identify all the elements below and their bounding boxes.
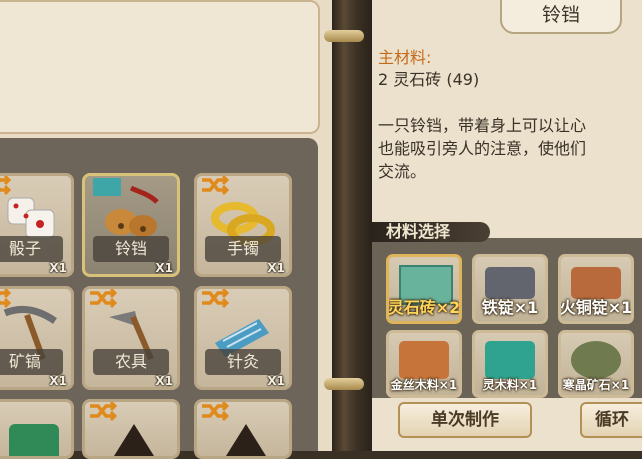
item-title: 铃铛: [500, 0, 622, 34]
item-cell-acupuncture[interactable]: 针灸 X1: [194, 286, 292, 390]
item-count: X1: [49, 374, 67, 388]
golden-wood-icon: [399, 341, 449, 379]
description-line: 一只铃铛，带着身上可以让心: [378, 116, 587, 135]
material-spirit-wood[interactable]: 灵木料×1: [472, 330, 548, 398]
item-label: 铃铛: [93, 236, 169, 262]
material-label: 火铜锭×1: [559, 298, 633, 317]
material-label: 寒晶矿石×1: [562, 378, 630, 392]
item-count: X1: [267, 374, 285, 388]
material-fire-copper-ingot[interactable]: 火铜锭×1: [558, 254, 634, 324]
item-cell-hoe[interactable]: 农具 X1: [82, 286, 180, 390]
item-count: X1: [267, 261, 285, 275]
main-material-value: 2 灵石砖 (49): [378, 70, 480, 89]
material-label: 铁锭×1: [481, 298, 539, 317]
frost-crystal-ore-icon: [571, 341, 621, 379]
divider-pin: [324, 378, 364, 390]
single-craft-button[interactable]: 单次制作: [398, 402, 532, 438]
item-cell-pickaxe[interactable]: 矿镐 X1: [0, 286, 74, 390]
jade-bundle-icon: [9, 424, 59, 456]
item-cell-partial[interactable]: [194, 399, 292, 459]
dark-stand-icon: [109, 424, 159, 456]
item-cell-bell[interactable]: 铃铛 X1: [82, 173, 180, 277]
item-label: 矿镐: [0, 349, 63, 375]
item-cell-bracelet[interactable]: 手镯 X1: [194, 173, 292, 277]
material-frost-crystal-ore[interactable]: 寒晶矿石×1: [558, 330, 634, 398]
item-cell-partial[interactable]: [0, 399, 74, 459]
swap-icon: [202, 402, 229, 422]
item-label: 骰子: [0, 236, 63, 262]
material-spirit-stone-brick[interactable]: 灵石砖×2: [386, 254, 462, 324]
material-label: 金丝木料×1: [390, 378, 458, 392]
item-preview-box: [0, 0, 320, 134]
loop-craft-button[interactable]: 循环: [580, 402, 642, 438]
description-line: 交流。: [378, 162, 427, 181]
swap-icon: [90, 402, 117, 422]
material-section-title: 材料选择: [372, 222, 490, 242]
item-cell-dice[interactable]: 骰子 X1: [0, 173, 74, 277]
item-count: X1: [155, 261, 173, 275]
material-label: 灵木料×1: [482, 378, 538, 392]
item-count: X1: [49, 261, 67, 275]
item-label: 针灸: [205, 349, 281, 375]
item-label: 农具: [93, 349, 169, 375]
main-material-heading: 主材料:: [378, 48, 432, 67]
material-iron-ingot[interactable]: 铁锭×1: [472, 254, 548, 324]
item-cell-partial[interactable]: [82, 399, 180, 459]
material-label: 灵石砖×2: [387, 298, 461, 317]
description-line: 也能吸引旁人的注意，使他们: [378, 139, 587, 158]
item-count: X1: [155, 374, 173, 388]
divider-pin: [324, 30, 364, 42]
dark-stand-icon: [221, 424, 271, 456]
item-label: 手镯: [205, 236, 281, 262]
spirit-wood-icon: [485, 341, 535, 379]
material-golden-wood[interactable]: 金丝木料×1: [386, 330, 462, 398]
